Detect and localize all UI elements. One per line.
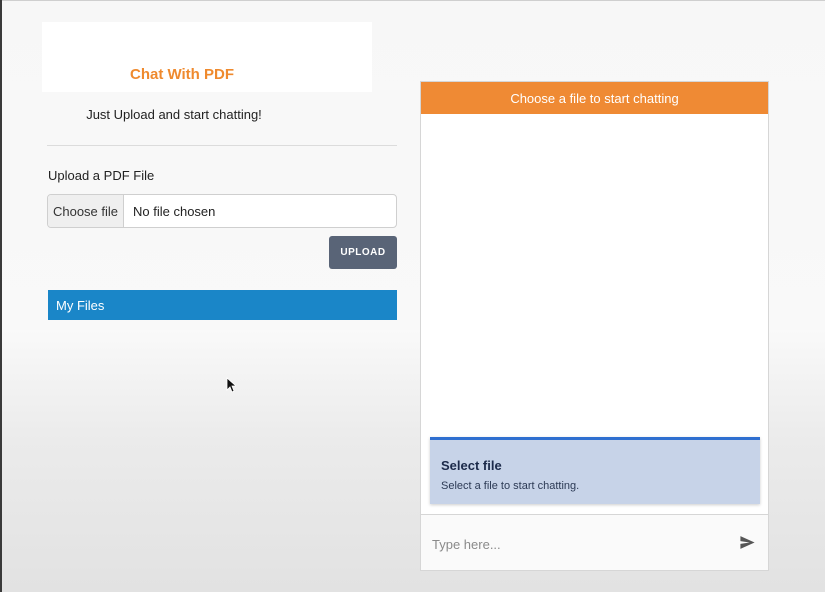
left-window-edge xyxy=(0,0,2,592)
upload-button[interactable]: UPLOAD xyxy=(329,236,397,269)
select-file-notice: Select file Select a file to start chatt… xyxy=(430,437,760,504)
app-title: Chat With PDF xyxy=(129,66,235,83)
choose-file-button[interactable]: Choose file xyxy=(48,195,124,227)
chat-input-area xyxy=(421,514,768,570)
notice-text: Select a file to start chatting. xyxy=(441,480,580,492)
file-input[interactable]: Choose file No file chosen xyxy=(47,194,397,228)
my-files-label: My Files xyxy=(56,297,105,313)
chat-panel: Choose a file to start chatting Select f… xyxy=(420,81,769,571)
chat-header-label: Choose a file to start chatting xyxy=(510,90,679,106)
my-files-header: My Files xyxy=(48,290,397,320)
divider xyxy=(47,145,397,146)
mouse-cursor-icon xyxy=(226,377,236,393)
send-icon[interactable] xyxy=(739,534,756,551)
file-status: No file chosen xyxy=(133,203,216,219)
app-subtitle: Just Upload and start chatting! xyxy=(86,107,262,122)
top-border xyxy=(0,0,825,1)
chat-header: Choose a file to start chatting xyxy=(421,82,768,114)
chat-message-input[interactable] xyxy=(430,532,724,556)
upload-label: Upload a PDF File xyxy=(48,168,155,183)
notice-title: Select file xyxy=(441,458,502,473)
